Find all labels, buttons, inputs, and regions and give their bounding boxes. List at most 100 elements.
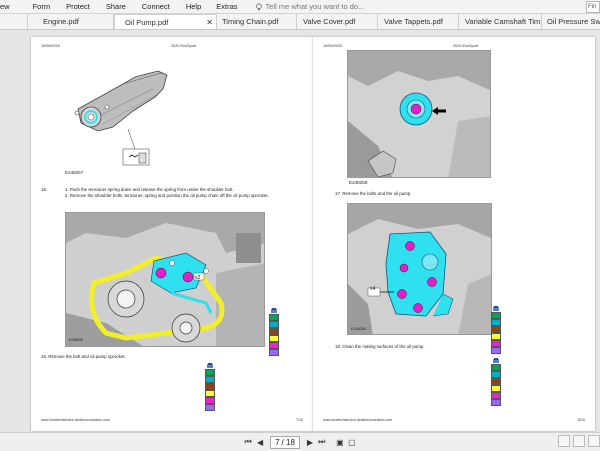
color-swatch <box>269 314 279 321</box>
menu-share[interactable]: Share <box>99 2 135 11</box>
menu-form[interactable]: Form <box>19 2 60 11</box>
page-model: 2020 EcoSport <box>171 44 197 48</box>
menu-extras[interactable]: Extras <box>210 2 246 11</box>
last-page-icon[interactable]: ⏭ <box>316 436 328 448</box>
menu-protect[interactable]: Protect <box>59 2 99 11</box>
tab-variable-camshaft-timing[interactable]: Variable Camshaft Tim... <box>459 14 542 29</box>
footer-page-number: 8/10 <box>578 418 585 422</box>
figure-tensioner <box>63 49 209 167</box>
color-swatch <box>269 335 279 342</box>
figure-label: E248260 <box>351 327 367 331</box>
color-swatch <box>491 319 501 326</box>
color-swatch <box>269 321 279 328</box>
step-16: 16. Remove the bolt and oil pump sprocke… <box>41 354 126 359</box>
tab-label: Engine.pdf <box>43 17 79 26</box>
view-continuous-icon[interactable] <box>588 435 600 447</box>
document-tabs: Engine.pdf Oil Pump.pdf ✕ Timing Chain.p… <box>0 14 600 30</box>
tab-valve-cover[interactable]: Valve Cover.pdf <box>297 14 378 29</box>
tab-engine[interactable]: Engine.pdf <box>28 14 114 29</box>
view-single-icon[interactable] <box>558 435 570 447</box>
tab-label: Valve Cover.pdf <box>303 17 356 26</box>
step-17: 17. Remove the bolts and the oil pump. <box>335 191 412 196</box>
previous-page-icon[interactable]: ◀ <box>254 436 266 448</box>
color-swatch <box>491 371 501 378</box>
tell-me-search[interactable]: Tell me what you want to do... <box>255 2 364 11</box>
figure-label: E248258 <box>69 338 84 342</box>
view-double-icon[interactable] <box>573 435 585 447</box>
color-key-legend <box>269 307 279 356</box>
tab-previous-overflow[interactable] <box>0 14 28 29</box>
color-swatch <box>491 399 501 406</box>
footer-page-number: 7/10 <box>296 418 303 422</box>
color-swatch <box>491 385 501 392</box>
pdf-page-8: 19/06/2020 2020 EcoSport E248259 17. Rem… <box>313 37 595 431</box>
tab-timing-chain[interactable]: Timing Chain.pdf <box>217 14 297 29</box>
figure-oil-pump-sprocket <box>347 50 491 178</box>
total-pages: / 18 <box>281 437 295 447</box>
tab-label: Timing Chain.pdf <box>222 17 279 26</box>
page-date: 19/06/2020 <box>323 44 343 48</box>
tab-label: Oil Pump.pdf <box>125 17 169 27</box>
step-15-line-2: 2. Remove the shoulder bolts, tensioner,… <box>65 193 269 198</box>
figure-label: E248257 <box>65 170 84 175</box>
pdf-reader-window: ew Form Protect Share Connect Help Extra… <box>0 0 600 451</box>
tab-oil-pump[interactable]: Oil Pump.pdf ✕ <box>114 14 217 29</box>
first-page-icon[interactable]: ⏮ <box>242 436 254 448</box>
document-viewport[interactable]: 19/06/2020 2020 EcoSport E248257 15. 1. … <box>0 31 600 432</box>
color-swatch <box>205 397 215 404</box>
single-page-icon[interactable]: ▢ <box>346 436 358 448</box>
step-15-line-1: 1. Push the tensioner spring down and re… <box>65 187 234 192</box>
tab-oil-pressure-switch[interactable]: Oil Pressure Switc <box>542 14 600 29</box>
color-swatch <box>205 383 215 390</box>
color-key-legend <box>491 305 501 354</box>
color-swatch <box>491 333 501 340</box>
tab-valve-tappets[interactable]: Valve Tappets.pdf <box>378 14 459 29</box>
view-mode-buttons <box>558 435 600 447</box>
color-swatch <box>491 364 501 371</box>
next-page-icon[interactable]: ▶ <box>304 436 316 448</box>
tab-label: Valve Tappets.pdf <box>384 17 443 26</box>
oil-pump-sprocket-illustration <box>348 51 490 177</box>
figure-oil-pump-bolts: x4 E248260 <box>347 203 492 335</box>
menu-view[interactable]: ew <box>0 2 19 11</box>
color-swatch <box>205 404 215 411</box>
footer-url: www.fordtechservice.dealerconnection.com <box>41 418 111 422</box>
page-number-input[interactable]: 7 / 18 <box>270 435 300 449</box>
current-page: 7 <box>275 437 280 447</box>
color-swatch <box>269 342 279 349</box>
tab-label: Oil Pressure Switc <box>547 17 600 26</box>
color-swatch <box>491 347 501 354</box>
color-swatch <box>205 369 215 376</box>
page-date: 19/06/2020 <box>41 44 61 48</box>
color-swatch <box>491 326 501 333</box>
color-key-legend <box>205 362 215 411</box>
printer-icon <box>205 362 215 369</box>
oil-pump-bolts-illustration <box>348 204 491 334</box>
color-swatch <box>205 390 215 397</box>
footer-url: www.fordtechservice.dealerconnection.com <box>323 418 393 422</box>
menu-help[interactable]: Help <box>179 2 210 11</box>
printer-icon <box>269 307 279 314</box>
color-swatch <box>205 376 215 383</box>
tab-label: Variable Camshaft Tim... <box>465 17 541 26</box>
find-input[interactable]: Fin <box>586 1 600 13</box>
color-swatch <box>491 378 501 385</box>
printer-icon <box>491 357 501 364</box>
figure-oil-pump-chain: x2 E248258 <box>65 212 265 347</box>
color-swatch <box>269 349 279 356</box>
menu-connect[interactable]: Connect <box>135 2 179 11</box>
color-swatch <box>269 328 279 335</box>
menu-bar: ew Form Protect Share Connect Help Extra… <box>0 0 600 14</box>
pdf-page-7: 19/06/2020 2020 EcoSport E248257 15. 1. … <box>31 37 313 431</box>
color-key-legend <box>491 357 501 406</box>
close-icon[interactable]: ✕ <box>206 18 216 27</box>
svg-text:x2: x2 <box>195 275 201 281</box>
printer-icon <box>491 305 501 312</box>
step-number: 15. <box>41 187 48 192</box>
figure-label: E248259 <box>349 180 368 185</box>
color-swatch <box>491 340 501 347</box>
fit-page-icon[interactable]: ▣ <box>334 436 346 448</box>
find-label: Fin <box>588 4 597 10</box>
bolt-count-callout: x4 <box>370 286 376 292</box>
tensioner-illustration <box>74 70 168 166</box>
